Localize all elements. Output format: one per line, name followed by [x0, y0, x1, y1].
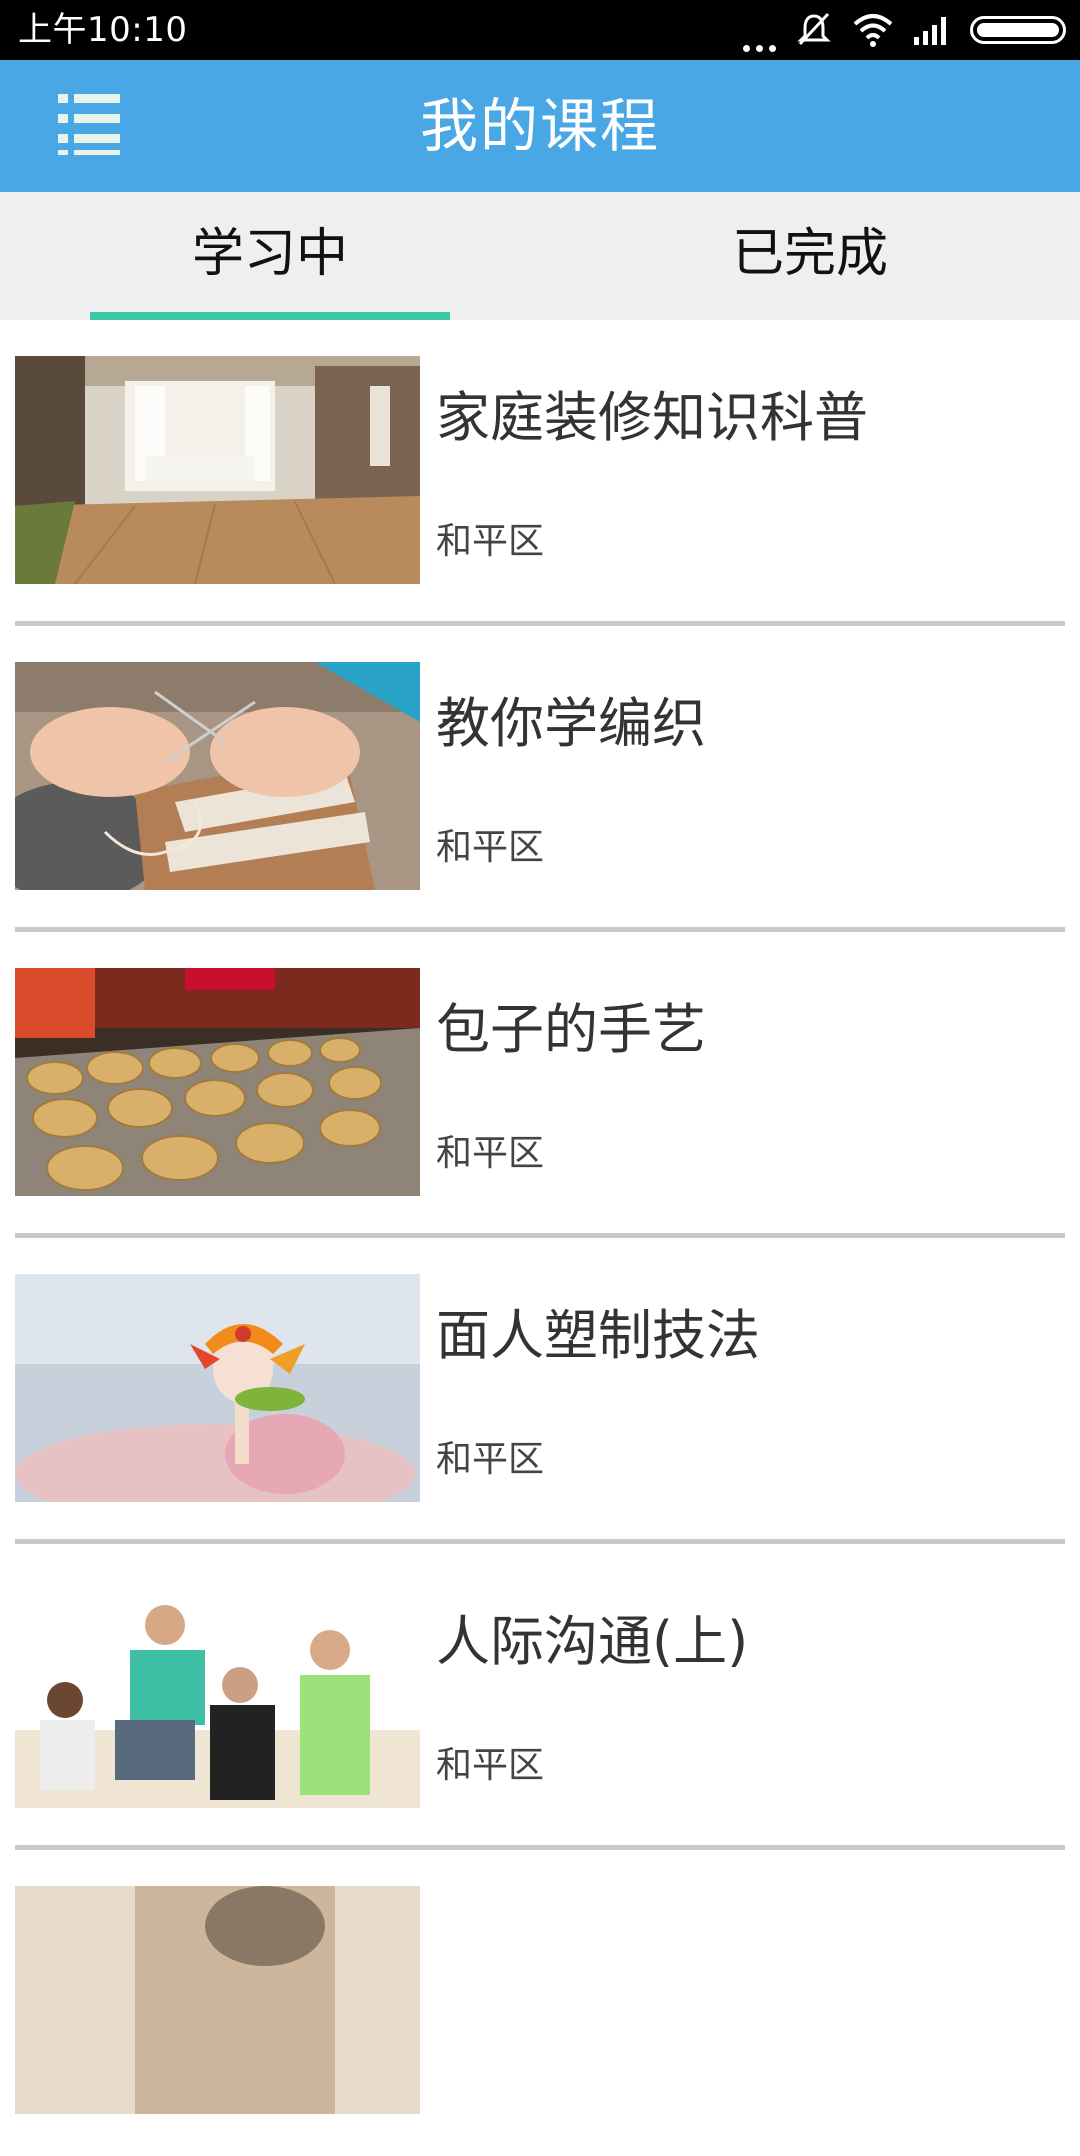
- status-icons: [743, 8, 1066, 52]
- course-title: 教你学编织: [436, 692, 706, 755]
- course-area: 和平区: [436, 1133, 545, 1174]
- steamed-buns-photo: [15, 968, 420, 1196]
- list-item[interactable]: 面人塑制技法 和平区: [0, 1238, 1080, 1544]
- page-title: 我的课程: [419, 92, 660, 160]
- tab-completed[interactable]: 已完成: [540, 192, 1080, 320]
- living-room-photo: [15, 356, 420, 584]
- dough-figure-photo: [15, 1274, 420, 1502]
- status-bar: 上午10:10: [0, 0, 1080, 60]
- people-talking-photo: [15, 1580, 420, 1808]
- tab-label: 已完成: [731, 224, 888, 284]
- tab-learning[interactable]: 学习中: [0, 192, 540, 320]
- list-item[interactable]: [0, 1850, 1080, 2156]
- battery-icon: [970, 16, 1066, 44]
- list-item[interactable]: 教你学编织 和平区: [0, 626, 1080, 932]
- more-dots-icon: [743, 8, 776, 52]
- course-title: 包子的手艺: [436, 998, 706, 1061]
- knitting-photo: [15, 662, 420, 890]
- status-time: 上午10:10: [18, 10, 188, 50]
- course-area: 和平区: [436, 1439, 545, 1480]
- list-item[interactable]: 包子的手艺 和平区: [0, 932, 1080, 1238]
- course-title: 家庭装修知识科普: [436, 386, 868, 449]
- course-area: 和平区: [436, 827, 545, 868]
- partial-photo: [15, 1886, 420, 2114]
- list-item[interactable]: 家庭装修知识科普 和平区: [0, 320, 1080, 626]
- tab-label: 学习中: [191, 224, 348, 284]
- list-item[interactable]: 人际沟通(上) 和平区: [0, 1544, 1080, 1850]
- course-title: 面人塑制技法: [436, 1304, 760, 1367]
- course-list: 家庭装修知识科普 和平区 教你学编织 和平区 包子的手艺 和平区 面人塑制技法 …: [0, 320, 1080, 2156]
- course-area: 和平区: [436, 521, 545, 562]
- tab-bar: 学习中 已完成: [0, 192, 1080, 320]
- course-area: 和平区: [436, 1745, 545, 1786]
- app-bar: 我的课程: [0, 60, 1080, 192]
- course-title: 人际沟通(上): [436, 1610, 749, 1673]
- wifi-icon: [853, 14, 893, 47]
- mute-icon: [797, 12, 831, 46]
- signal-icon: [914, 17, 946, 45]
- tab-selected-indicator: [90, 312, 450, 320]
